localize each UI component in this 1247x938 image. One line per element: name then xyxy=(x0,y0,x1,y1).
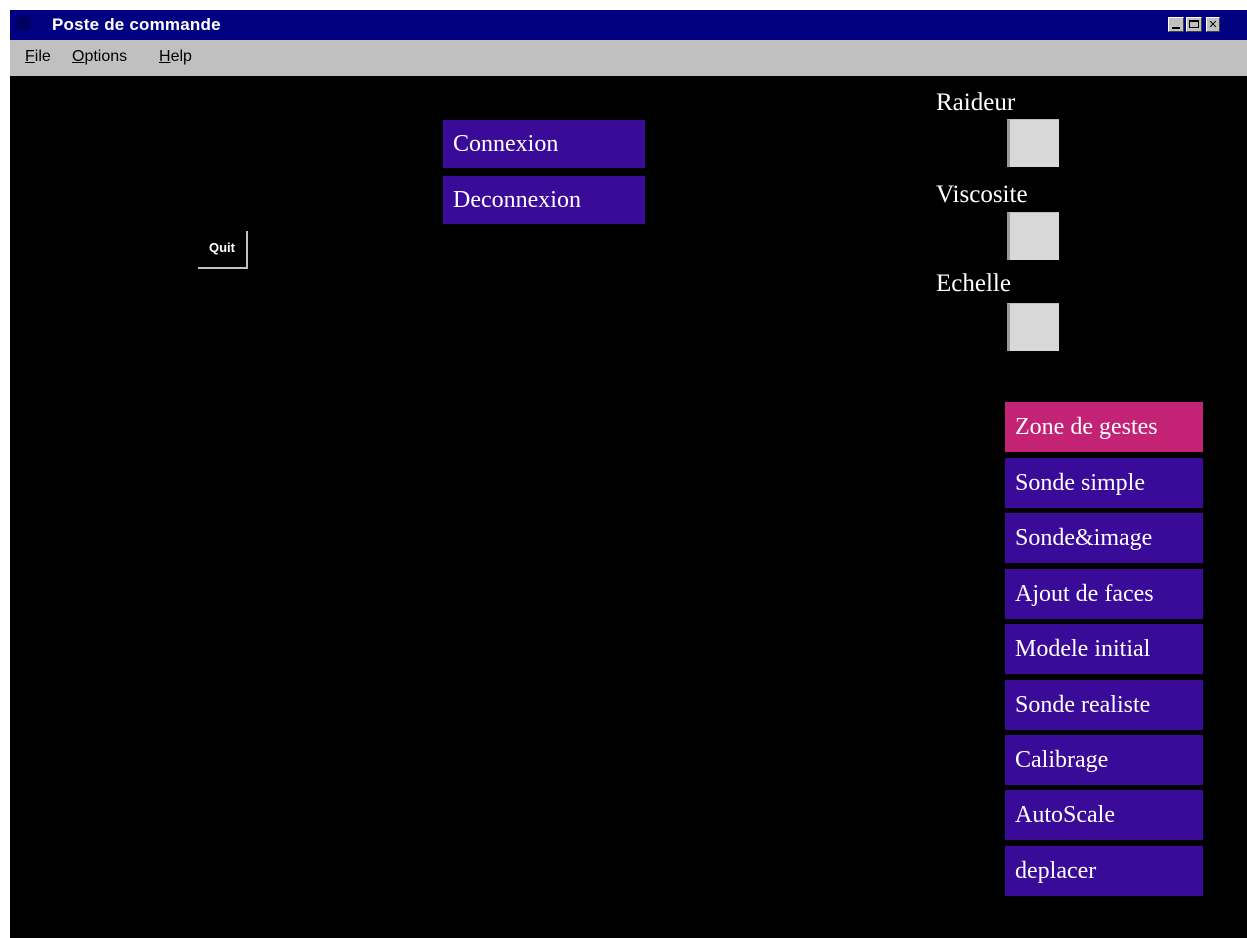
quit-button[interactable]: Quit xyxy=(198,231,248,269)
window-title: Poste de commande xyxy=(52,15,221,34)
menu-help[interactable]: Help xyxy=(159,48,192,66)
zone-de-gestes-button[interactable]: Zone de gestes xyxy=(1005,402,1203,452)
sonde-image-button[interactable]: Sonde&image xyxy=(1005,513,1203,563)
modele-initial-button[interactable]: Modele initial xyxy=(1005,624,1203,674)
sonde-realiste-button[interactable]: Sonde realiste xyxy=(1005,680,1203,730)
viscosite-label: Viscosite xyxy=(936,181,1028,208)
calibrage-button[interactable]: Calibrage xyxy=(1005,735,1203,785)
maximize-button[interactable] xyxy=(1186,17,1202,32)
minimize-icon xyxy=(1172,27,1180,29)
client-area: Quit Connexion Deconnexion Raideur Visco… xyxy=(10,76,1247,938)
main-window: Poste de commande ✕ File Options Help Qu… xyxy=(10,10,1247,938)
title-bar[interactable]: Poste de commande ✕ xyxy=(10,10,1247,40)
menu-file[interactable]: File xyxy=(25,48,51,66)
menu-bar: File Options Help xyxy=(10,40,1247,76)
deconnexion-button[interactable]: Deconnexion xyxy=(443,176,645,224)
maximize-icon xyxy=(1189,20,1199,28)
sonde-simple-button[interactable]: Sonde simple xyxy=(1005,458,1203,508)
connexion-button[interactable]: Connexion xyxy=(443,120,645,168)
raideur-label: Raideur xyxy=(936,89,1016,116)
menu-options[interactable]: Options xyxy=(72,48,127,66)
autoscale-button[interactable]: AutoScale xyxy=(1005,790,1203,840)
minimize-button[interactable] xyxy=(1168,17,1184,32)
deplacer-button[interactable]: deplacer xyxy=(1005,846,1203,896)
close-icon: ✕ xyxy=(1208,18,1218,31)
app-icon[interactable] xyxy=(16,16,30,30)
raideur-input[interactable] xyxy=(1007,119,1059,167)
echelle-label: Echelle xyxy=(936,270,1011,297)
echelle-input[interactable] xyxy=(1007,303,1059,351)
ajout-de-faces-button[interactable]: Ajout de faces xyxy=(1005,569,1203,619)
viscosite-input[interactable] xyxy=(1007,212,1059,260)
close-button[interactable]: ✕ xyxy=(1206,17,1220,32)
